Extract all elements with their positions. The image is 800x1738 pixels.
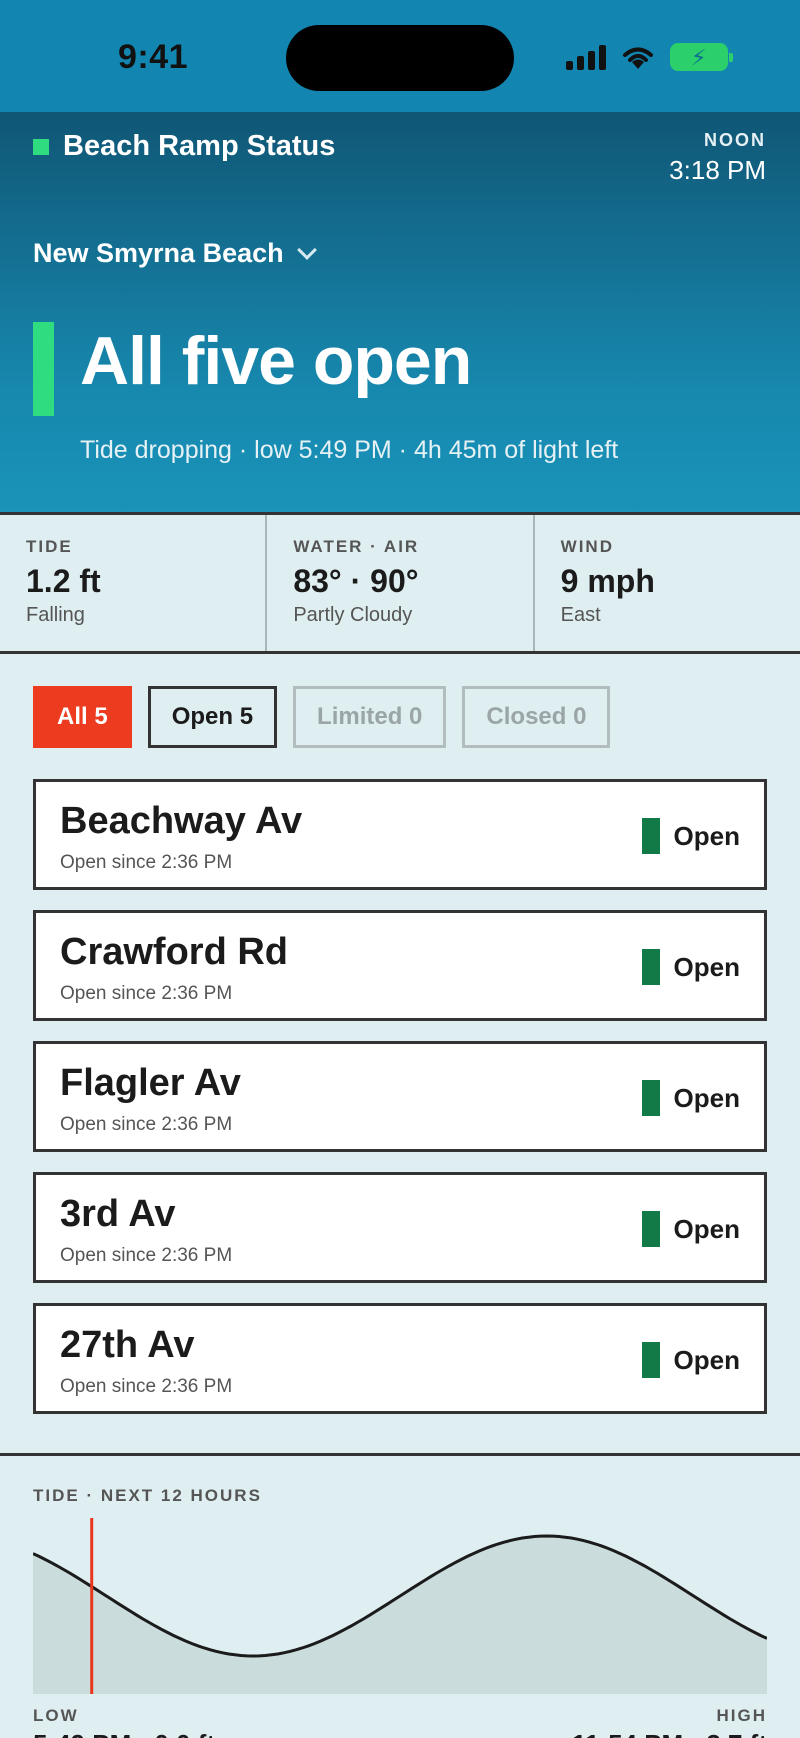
ramp-status: Open (641, 818, 740, 854)
headline-accent-bar (33, 322, 54, 416)
location-label: New Smyrna Beach (33, 238, 284, 268)
ramp-status-label: Open (673, 1213, 740, 1244)
stat-value: 1.2 ft (26, 563, 101, 599)
ramp-name: Beachway Av (60, 800, 303, 842)
status-bar: 9:41 ⚡ (0, 0, 800, 112)
status-time: 9:41 (118, 38, 189, 76)
ramp-row-3rd[interactable]: 3rd Av Open since 2:36 PM Open (33, 1172, 767, 1283)
status-icons: ⚡ (566, 40, 733, 74)
stat-wind: WIND 9 mph East (535, 515, 800, 651)
stat-sub: Falling (26, 604, 85, 626)
open-status-icon (641, 949, 660, 985)
ramp-status-label: Open (673, 1082, 740, 1113)
filter-open[interactable]: Open 5 (147, 686, 278, 748)
stat-water-air: WATER · AIR 83° · 90° Partly Cloudy (267, 515, 535, 651)
battery-icon: ⚡ (670, 43, 733, 71)
dynamic-island (286, 25, 514, 91)
tide-high-label: HIGH (716, 1706, 767, 1725)
chevron-down-icon (296, 239, 317, 260)
filter-chips: All 5 Open 5 Limited 0 Closed 0 (33, 686, 611, 748)
ramp-status-label: Open (673, 1344, 740, 1375)
ramp-status: Open (641, 1211, 740, 1247)
ramp-since: Open since 2:36 PM (60, 1114, 233, 1135)
stat-value: 9 mph (560, 563, 655, 599)
ramp-since: Open since 2:36 PM (60, 852, 233, 873)
stat-value: 83° · 90° (293, 563, 419, 599)
hero-section: 9:41 ⚡ Beach Ramp Status NOON 3:18 PM Ne… (0, 0, 800, 512)
status-headline: All five open (80, 323, 472, 399)
filter-all[interactable]: All 5 (33, 686, 132, 748)
tide-high-value: 11:54 PM · 3.7 ft (572, 1729, 767, 1738)
tide-area (33, 1536, 767, 1694)
open-status-icon (641, 818, 660, 854)
ramp-status: Open (641, 1342, 740, 1378)
status-subline: Tide dropping · low 5:49 PM · 4h 45m of … (80, 436, 619, 464)
ramp-since: Open since 2:36 PM (60, 1376, 233, 1397)
tide-chart (33, 1518, 767, 1694)
open-status-icon (641, 1342, 660, 1378)
ramp-status: Open (641, 949, 740, 985)
filter-limited[interactable]: Limited 0 (293, 686, 447, 748)
stat-label: WIND (560, 537, 614, 556)
tide-low-value: 5:49 PM · 0.0 ft (33, 1729, 215, 1738)
ramp-since: Open since 2:36 PM (60, 983, 233, 1004)
open-status-icon (641, 1080, 660, 1116)
charging-bolt-icon: ⚡ (691, 45, 707, 70)
ramp-row-27th[interactable]: 27th Av Open since 2:36 PM Open (33, 1303, 767, 1414)
tide-low-label: LOW (33, 1706, 79, 1725)
noon-time: 3:18 PM (669, 155, 766, 185)
signal-icon (566, 44, 606, 70)
tide-chart-title: TIDE · NEXT 12 HOURS (33, 1486, 262, 1505)
location-selector[interactable]: New Smyrna Beach (33, 238, 317, 269)
ramp-status-label: Open (673, 820, 740, 851)
noon-label: NOON (704, 130, 766, 150)
app-header: Beach Ramp Status (33, 130, 335, 163)
ramp-name: 27th Av (60, 1324, 195, 1366)
ramp-row-flagler[interactable]: Flagler Av Open since 2:36 PM Open (33, 1041, 767, 1152)
stat-label: WATER · AIR (293, 537, 420, 556)
noon-readout: NOON 3:18 PM (669, 130, 766, 186)
ramp-status-label: Open (673, 951, 740, 982)
open-status-icon (641, 1211, 660, 1247)
stat-tide: TIDE 1.2 ft Falling (0, 515, 268, 651)
tide-chart-section: TIDE · NEXT 12 HOURS LOW 5:49 PM · 0.0 f… (0, 1453, 800, 1738)
ramp-list: Beachway Av Open since 2:36 PM Open Craw… (33, 779, 767, 1434)
status-indicator-icon (33, 138, 49, 155)
app-title: Beach Ramp Status (63, 130, 336, 162)
ramp-row-crawford[interactable]: Crawford Rd Open since 2:36 PM Open (33, 910, 767, 1021)
ramp-status: Open (641, 1080, 740, 1116)
conditions-strip: TIDE 1.2 ft Falling WATER · AIR 83° · 90… (0, 512, 800, 654)
stat-sub: Partly Cloudy (293, 604, 413, 626)
ramp-name: Crawford Rd (60, 931, 288, 973)
filter-closed[interactable]: Closed 0 (462, 686, 611, 748)
ramp-row-beachway[interactable]: Beachway Av Open since 2:36 PM Open (33, 779, 767, 890)
ramp-since: Open since 2:36 PM (60, 1245, 233, 1266)
stat-sub: East (560, 604, 601, 626)
stat-label: TIDE (26, 537, 73, 556)
ramp-name: Flagler Av (60, 1062, 241, 1104)
ramp-name: 3rd Av (60, 1193, 176, 1235)
wifi-icon (623, 47, 653, 69)
